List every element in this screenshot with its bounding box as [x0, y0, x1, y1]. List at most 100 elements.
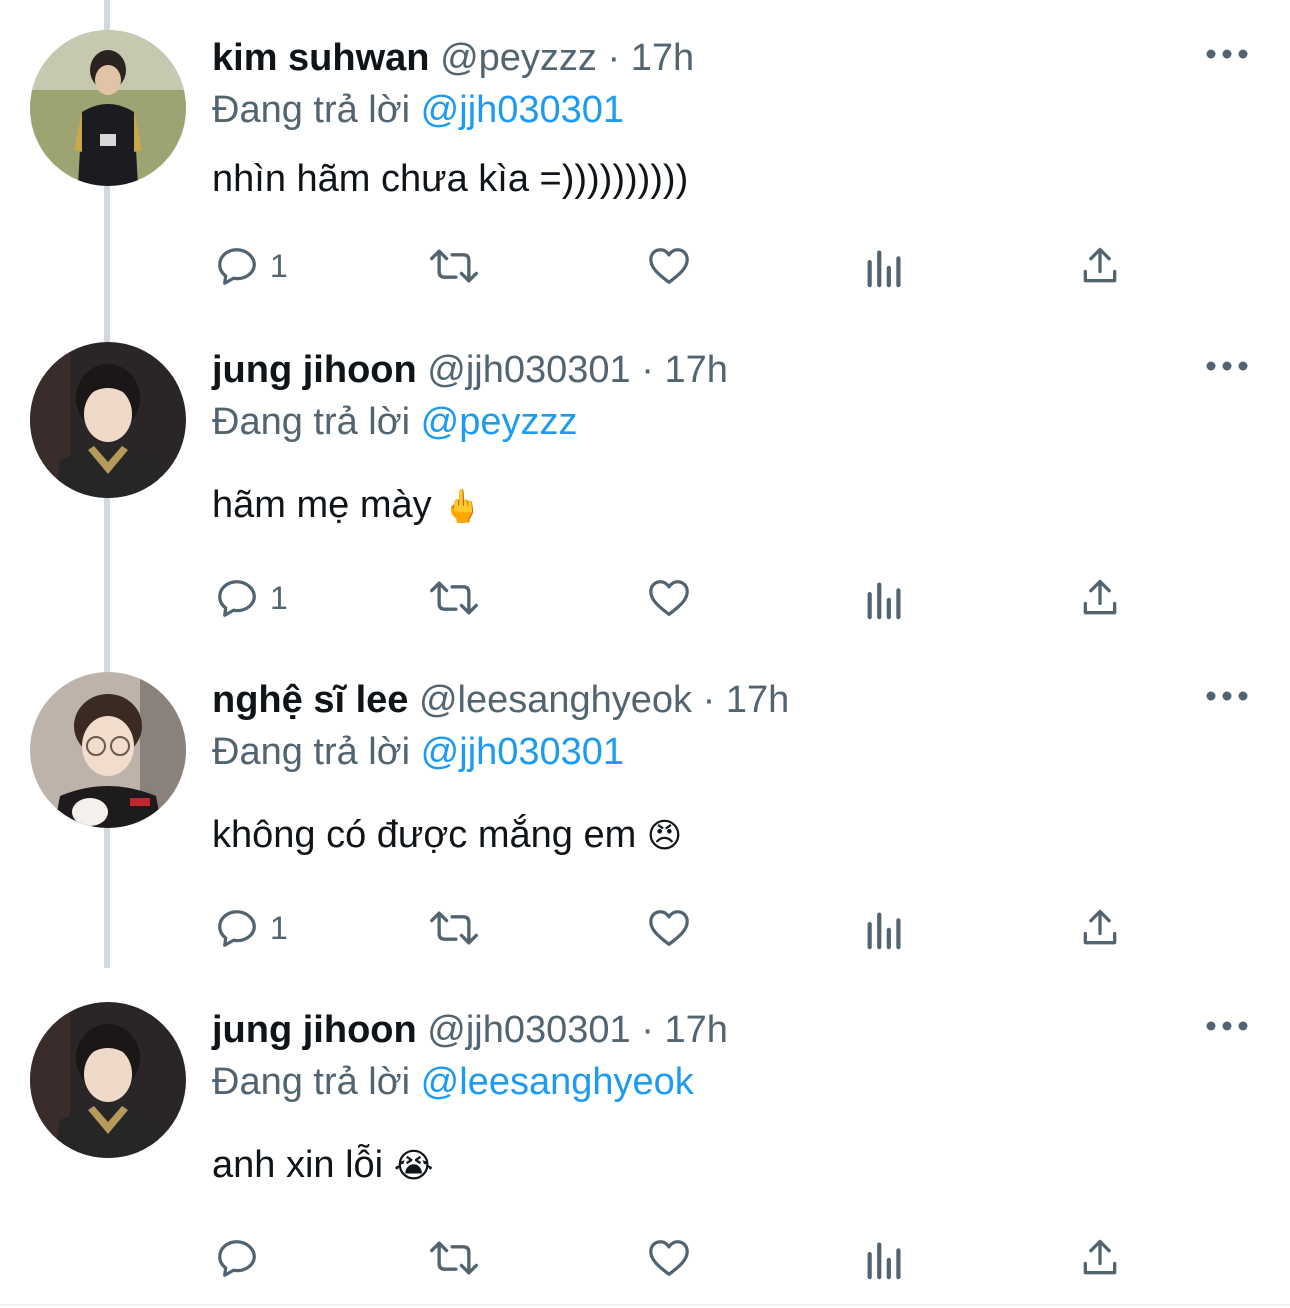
reply-icon: [214, 1235, 260, 1281]
timestamp[interactable]: 17h: [664, 1009, 727, 1051]
replying-to: Đang trả lời @jjh030301: [212, 730, 624, 774]
display-name[interactable]: nghệ sĩ lee: [212, 679, 408, 721]
share-button[interactable]: [1078, 568, 1122, 628]
tweet-header: nghệ sĩ lee @leesanghyeok · 17h: [212, 678, 789, 722]
crying-face-emoji: 😭: [393, 1147, 434, 1185]
display-name[interactable]: jung jihoon: [212, 1009, 417, 1051]
like-button[interactable]: [645, 236, 693, 296]
replying-to-handle[interactable]: @peyzzz: [421, 401, 578, 443]
views-button[interactable]: [864, 1228, 906, 1288]
tweet-header: kim suhwan @peyzzz · 17h: [212, 36, 694, 80]
reply-button[interactable]: 1: [214, 898, 288, 958]
more-icon[interactable]: [1205, 686, 1249, 706]
tweet[interactable]: jung jihoon @jjh030301 · 17h Đang trả lờ…: [0, 972, 1290, 1302]
retweet-button[interactable]: [428, 898, 480, 958]
reply-icon: [214, 243, 260, 289]
separator-dot: ·: [641, 349, 654, 391]
like-button[interactable]: [645, 1228, 693, 1288]
replying-to: Đang trả lời @jjh030301: [212, 88, 624, 132]
angry-face-emoji: 😠: [646, 817, 683, 855]
retweet-icon: [428, 243, 480, 289]
share-icon: [1078, 575, 1122, 621]
reply-count: 1: [270, 909, 288, 946]
more-icon[interactable]: [1205, 44, 1249, 64]
user-handle[interactable]: @jjh030301: [427, 1009, 630, 1051]
like-icon: [645, 243, 693, 289]
tweet-text-content: không có được mắng em: [212, 814, 637, 856]
reply-count: 1: [270, 247, 288, 284]
reply-count: 1: [270, 579, 288, 616]
display-name[interactable]: jung jihoon: [212, 349, 417, 391]
tweet-actions: 1: [0, 568, 1290, 628]
timestamp[interactable]: 17h: [726, 679, 789, 721]
display-name[interactable]: kim suhwan: [212, 37, 430, 79]
retweet-icon: [428, 575, 480, 621]
replying-to-label: Đang trả lời: [212, 1061, 411, 1103]
retweet-button[interactable]: [428, 568, 480, 628]
replying-to: Đang trả lời @peyzzz: [212, 400, 578, 444]
tweet-header: jung jihoon @jjh030301 · 17h: [212, 348, 728, 392]
views-icon: [864, 243, 906, 289]
views-button[interactable]: [864, 898, 906, 958]
separator-dot: ·: [702, 679, 716, 721]
timestamp[interactable]: 17h: [631, 37, 694, 79]
replying-to-handle[interactable]: @leesanghyeok: [421, 1061, 694, 1103]
user-handle[interactable]: @peyzzz: [440, 37, 597, 79]
tweet-text-content: anh xin lỗi: [212, 1144, 384, 1186]
like-icon: [645, 905, 693, 951]
separator-dot: ·: [607, 37, 621, 79]
avatar[interactable]: [30, 342, 186, 498]
replying-to-label: Đang trả lời: [212, 89, 411, 131]
avatar[interactable]: [30, 1002, 186, 1158]
share-icon: [1078, 1235, 1122, 1281]
tweet[interactable]: nghệ sĩ lee @leesanghyeok · 17h Đang trả…: [0, 642, 1290, 972]
avatar[interactable]: [30, 672, 186, 828]
share-icon: [1078, 243, 1122, 289]
divider: [0, 1304, 1290, 1306]
reply-icon: [214, 905, 260, 951]
reply-button[interactable]: 1: [214, 568, 288, 628]
like-button[interactable]: [645, 898, 693, 958]
retweet-button[interactable]: [428, 236, 480, 296]
share-button[interactable]: [1078, 236, 1122, 296]
more-icon[interactable]: [1205, 356, 1249, 376]
tweet-text: không có được mắng em 😠: [212, 812, 682, 859]
views-icon: [864, 1235, 906, 1281]
views-button[interactable]: [864, 568, 906, 628]
tweet-text-content: nhìn hãm chưa kìa =)))))))))): [212, 158, 689, 200]
retweet-icon: [428, 905, 480, 951]
like-button[interactable]: [645, 568, 693, 628]
share-icon: [1078, 905, 1122, 951]
tweet-actions: 1: [0, 898, 1290, 958]
replying-to: Đang trả lời @leesanghyeok: [212, 1060, 694, 1104]
tweet-actions: [0, 1228, 1290, 1288]
replying-to-handle[interactable]: @jjh030301: [421, 89, 624, 131]
reply-icon: [214, 575, 260, 621]
views-icon: [864, 905, 906, 951]
timestamp[interactable]: 17h: [664, 349, 727, 391]
share-button[interactable]: [1078, 1228, 1122, 1288]
middle-finger-emoji: 🖕: [442, 488, 483, 524]
retweet-button[interactable]: [428, 1228, 480, 1288]
reply-button[interactable]: 1: [214, 236, 288, 296]
tweet-text-content: hãm mẹ mày: [212, 484, 432, 526]
replying-to-label: Đang trả lời: [212, 731, 411, 773]
tweet-text: nhìn hãm chưa kìa =)))))))))): [212, 156, 688, 202]
replying-to-handle[interactable]: @jjh030301: [421, 731, 624, 773]
tweet[interactable]: kim suhwan @peyzzz · 17h Đang trả lời @j…: [0, 0, 1290, 330]
retweet-icon: [428, 1235, 480, 1281]
tweet-actions: 1: [0, 236, 1290, 296]
user-handle[interactable]: @leesanghyeok: [419, 679, 692, 721]
tweet-header: jung jihoon @jjh030301 · 17h: [212, 1008, 728, 1052]
user-handle[interactable]: @jjh030301: [427, 349, 630, 391]
like-icon: [645, 575, 693, 621]
reply-button[interactable]: [214, 1228, 270, 1288]
tweet[interactable]: jung jihoon @jjh030301 · 17h Đang trả lờ…: [0, 312, 1290, 642]
separator-dot: ·: [641, 1009, 654, 1051]
views-button[interactable]: [864, 236, 906, 296]
tweet-text: hãm mẹ mày 🖕: [212, 482, 482, 529]
share-button[interactable]: [1078, 898, 1122, 958]
more-icon[interactable]: [1205, 1016, 1249, 1036]
avatar[interactable]: [30, 30, 186, 186]
like-icon: [645, 1235, 693, 1281]
